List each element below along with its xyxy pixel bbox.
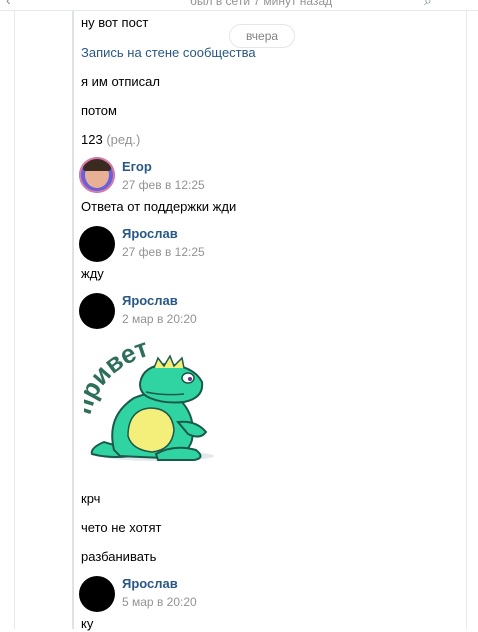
dinosaur-sticker[interactable]: привет [84, 336, 218, 466]
message-text: крч [81, 491, 101, 506]
avatar[interactable] [79, 293, 115, 329]
message-text: разбанивать [81, 549, 157, 564]
sticker-eye [181, 372, 195, 384]
author-name[interactable]: Ярослав [122, 576, 178, 592]
chat-header: ‹ был в сети 7 минут назад ⌕ [0, 0, 478, 11]
author-name[interactable]: Егор [122, 159, 152, 175]
message-text: 123 [81, 132, 103, 147]
back-arrow-icon[interactable]: ‹ [6, 0, 11, 8]
message-text: ку [81, 616, 94, 631]
message-time[interactable]: 27 фев в 12:25 [122, 178, 205, 193]
message-time[interactable]: 27 фев в 12:25 [122, 245, 205, 260]
message-text: жду [81, 266, 104, 281]
message-text: ну вот пост [81, 15, 149, 30]
edited-label: (ред.) [106, 132, 141, 147]
avatar[interactable] [79, 576, 115, 612]
message-time[interactable]: 5 мар в 20:20 [122, 595, 197, 610]
thread-indent-line [72, 10, 74, 629]
message-text: чето не хотят [81, 520, 162, 535]
avatar-ring [79, 157, 115, 193]
message-text: потом [81, 103, 117, 118]
avatar[interactable] [79, 157, 115, 193]
author-name[interactable]: Ярослав [122, 226, 178, 242]
message-text: я им отписал [81, 74, 160, 89]
message-text: Ответа от поддержки жди [81, 199, 237, 214]
message-text: 123 (ред.) [81, 132, 140, 148]
author-name[interactable]: Ярослав [122, 293, 178, 309]
message-time[interactable]: 2 мар в 20:20 [122, 312, 197, 327]
search-icon[interactable]: ⌕ [424, 0, 432, 9]
sticker-head [138, 362, 204, 404]
sticker-pupil [188, 377, 192, 381]
sticker-belly [127, 407, 175, 453]
sticker-spikes [153, 354, 185, 369]
chat-frame-right-border [466, 10, 467, 629]
avatar[interactable] [79, 226, 115, 262]
wall-post-link[interactable]: Запись на стене сообщества [81, 45, 256, 61]
online-status: был в сети 7 минут назад [190, 0, 333, 8]
chat-frame-left-border [14, 10, 15, 629]
